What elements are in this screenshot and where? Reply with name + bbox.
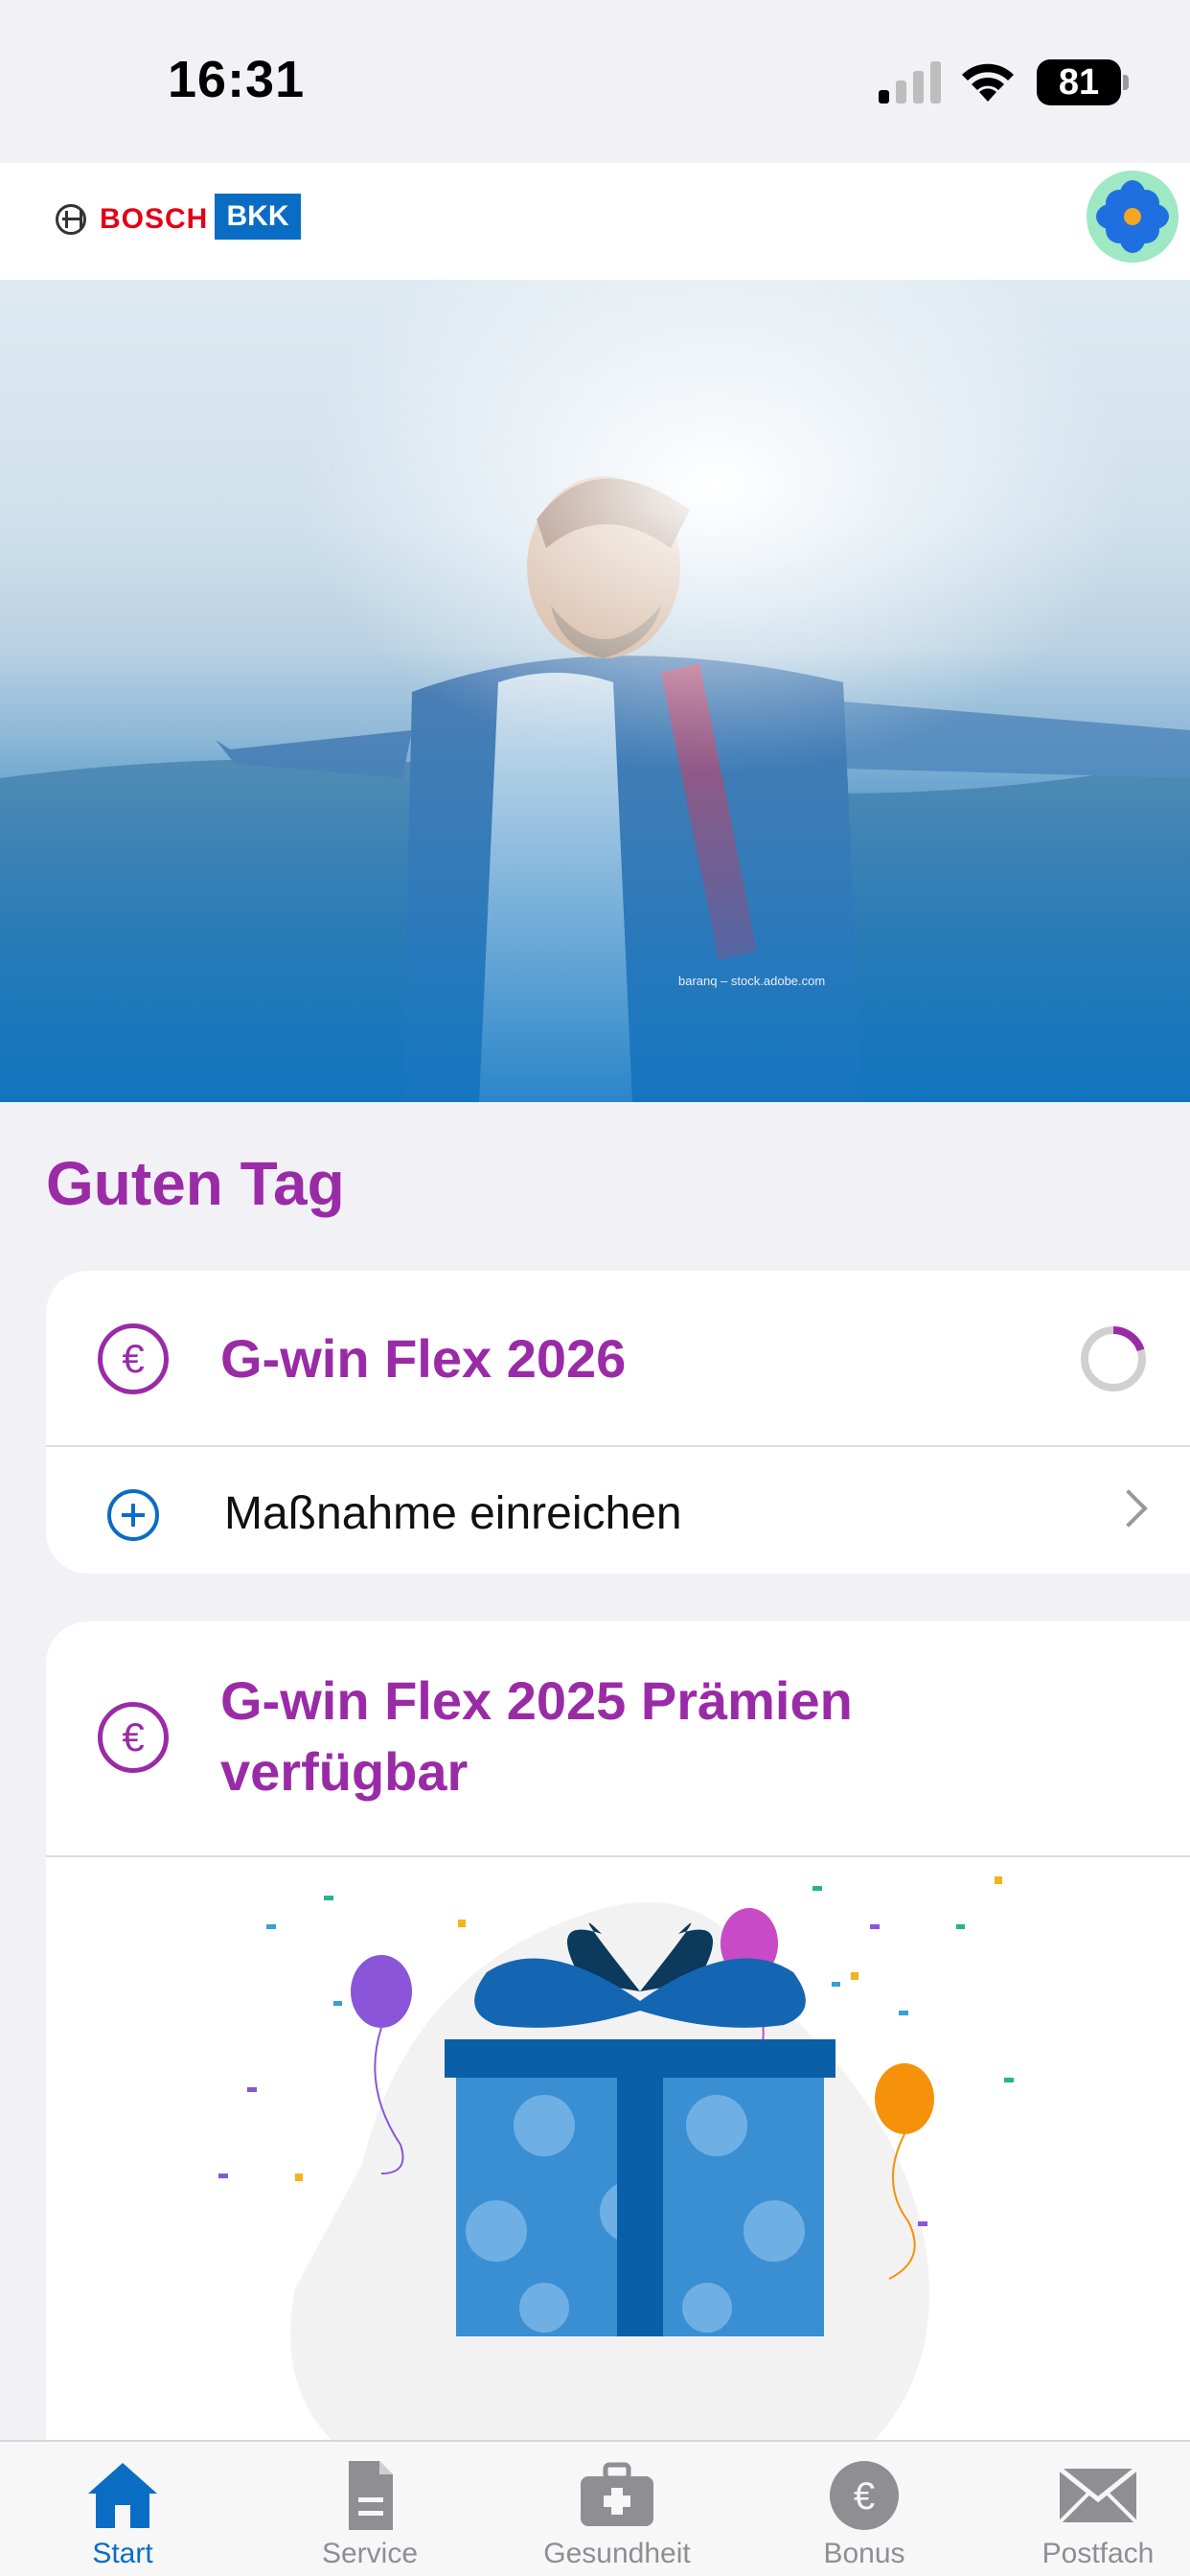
bkk-badge: BKK <box>215 194 301 240</box>
tab-gesundheit[interactable]: Gesundheit <box>512 2442 722 2576</box>
euro-coin-icon: € <box>830 2461 899 2530</box>
mail-icon <box>1060 2467 1136 2524</box>
euro-icon: € <box>98 1702 169 1773</box>
battery-icon: 81 <box>1037 59 1129 105</box>
tab-label-postfach: Postfach <box>1041 2538 1155 2569</box>
tab-bar: Start Service Gesundheit € Bonus Postfac… <box>0 2440 1190 2576</box>
tab-label-service: Service <box>321 2538 419 2569</box>
signal-icon <box>879 61 941 104</box>
gwin-flex-2025-title-line2: verfügbar <box>220 1741 469 1802</box>
status-bar: 16:31 81 <box>0 0 1190 163</box>
gwin-flex-2026-card[interactable]: € G-win Flex 2026 Maßnahme einreichen <box>46 1271 1190 1574</box>
tab-label-start: Start <box>92 2538 153 2569</box>
bosch-logo-text: BOSCH <box>100 203 209 235</box>
chevron-right-icon <box>1110 1489 1148 1528</box>
home-icon <box>88 2463 157 2528</box>
tab-label-bonus: Bonus <box>823 2538 905 2569</box>
flower-avatar-icon <box>1096 180 1169 253</box>
bosch-logo: BOSCH <box>56 203 208 236</box>
document-icon <box>349 2461 393 2530</box>
gwin-flex-2026-header[interactable]: € G-win Flex 2026 <box>46 1271 1190 1447</box>
gwin-flex-2025-card[interactable]: € G-win Flex 2025 Prämien verfügbar <box>46 1622 1190 2576</box>
hero-image <box>0 280 1190 1102</box>
tab-start[interactable]: Start <box>17 2442 228 2576</box>
tab-service[interactable]: Service <box>264 2442 475 2576</box>
status-time: 16:31 <box>168 51 306 108</box>
svg-text:€: € <box>854 2475 875 2518</box>
tab-bonus[interactable]: € Bonus <box>759 2442 970 2576</box>
progress-ring-icon <box>1081 1326 1146 1392</box>
bosch-armature-icon <box>56 204 86 235</box>
euro-icon: € <box>98 1323 169 1394</box>
greeting-title: Guten Tag <box>46 1149 345 1218</box>
medical-kit-icon <box>581 2462 653 2526</box>
photo-credit: baranq – stock.adobe.com <box>678 974 826 988</box>
man-with-open-arms-photo <box>0 280 1190 1102</box>
wifi-icon <box>962 63 1014 102</box>
plus-circle-icon <box>107 1489 159 1541</box>
gwin-flex-2026-title: G-win Flex 2026 <box>220 1328 627 1389</box>
battery-level: 81 <box>1058 62 1100 103</box>
tab-postfach[interactable]: Postfach <box>1006 2442 1190 2576</box>
tab-label-gesundheit: Gesundheit <box>543 2538 691 2569</box>
submit-measure-label[interactable]: Maßnahme einreichen <box>224 1487 682 1540</box>
avatar[interactable] <box>1087 171 1179 263</box>
gwin-flex-2025-title-line1: G-win Flex 2025 Prämien <box>220 1670 853 1731</box>
